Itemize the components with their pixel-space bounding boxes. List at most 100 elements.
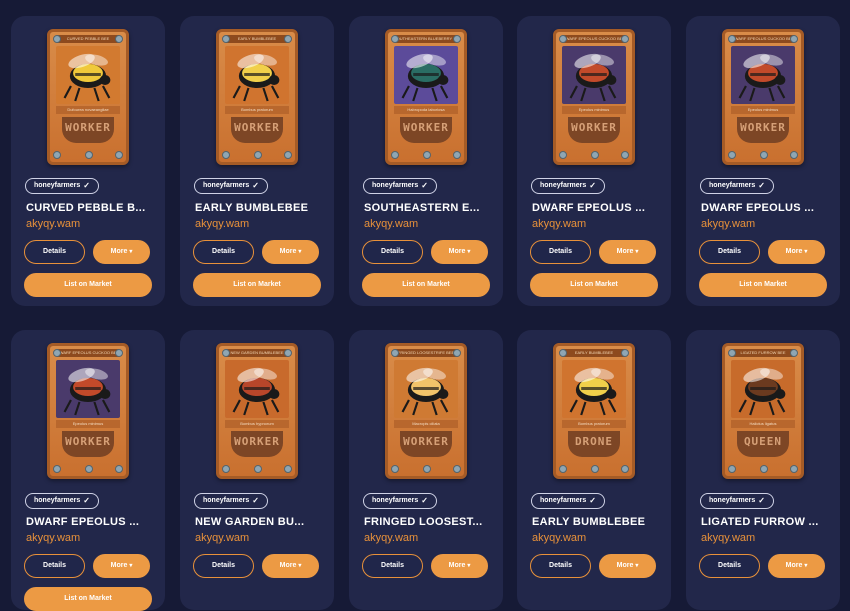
bee-role: WORKER bbox=[400, 117, 452, 143]
nft-name[interactable]: CURVED PEBBLE B... bbox=[26, 202, 166, 214]
owner-account[interactable]: akyqy.wam bbox=[701, 218, 755, 230]
nft-artwork[interactable]: DWARF EPEOLUS CUCKOO BEE Epeolus minimus bbox=[686, 16, 840, 176]
nft-artwork[interactable]: EARLY BUMBLEBEE Bombus pratorum WORKER bbox=[180, 16, 334, 176]
details-button[interactable]: Details bbox=[193, 554, 254, 578]
collection-badge[interactable]: honeyfarmers ✓ bbox=[531, 178, 605, 194]
owner-account[interactable]: akyqy.wam bbox=[701, 532, 755, 544]
details-button[interactable]: Details bbox=[362, 240, 423, 264]
collection-badge[interactable]: honeyfarmers ✓ bbox=[363, 493, 437, 509]
nft-name[interactable]: DWARF EPEOLUS ... bbox=[26, 516, 166, 528]
more-button[interactable]: More ▾ bbox=[599, 554, 656, 578]
nft-artwork[interactable]: CURVED PEBBLE BEE Dufourea novaeangliae bbox=[11, 16, 165, 176]
collection-badge[interactable]: honeyfarmers ✓ bbox=[194, 178, 268, 194]
nft-artwork[interactable]: DWARF EPEOLUS CUCKOO BEE Epeolus minimus bbox=[11, 330, 165, 490]
owner-account[interactable]: akyqy.wam bbox=[532, 218, 586, 230]
collection-badge[interactable]: honeyfarmers ✓ bbox=[194, 493, 268, 509]
nft-name[interactable]: DWARF EPEOLUS ... bbox=[701, 202, 841, 214]
card-banner: DWARF EPEOLUS CUCKOO BEE bbox=[56, 349, 120, 357]
list-on-market-button[interactable]: List on Market bbox=[362, 273, 490, 297]
owner-account[interactable]: akyqy.wam bbox=[364, 532, 418, 544]
collection-badge[interactable]: honeyfarmers ✓ bbox=[700, 178, 774, 194]
collection-badge[interactable]: honeyfarmers ✓ bbox=[363, 178, 437, 194]
nft-name[interactable]: LIGATED FURROW ... bbox=[701, 516, 841, 528]
details-button[interactable]: Details bbox=[699, 554, 760, 578]
details-button[interactable]: Details bbox=[193, 240, 254, 264]
corner-gem-icon bbox=[115, 349, 123, 357]
nft-name[interactable]: NEW GARDEN BU... bbox=[195, 516, 335, 528]
owner-account[interactable]: akyqy.wam bbox=[532, 532, 586, 544]
owner-account[interactable]: akyqy.wam bbox=[26, 532, 80, 544]
nft-card[interactable]: EARLY BUMBLEBEE Bombus pratorum WORKER h… bbox=[180, 16, 334, 306]
chevron-down-icon: ▾ bbox=[804, 563, 808, 569]
details-button[interactable]: Details bbox=[699, 240, 760, 264]
nft-card[interactable]: LIGATED FURROW BEE Halictus ligatus QUEE bbox=[686, 330, 840, 610]
details-button[interactable]: Details bbox=[24, 240, 85, 264]
details-button[interactable]: Details bbox=[530, 554, 591, 578]
more-button[interactable]: More ▾ bbox=[431, 554, 488, 578]
nft-card[interactable]: NEW GARDEN BUMBLEBEE Bombus hypnorum WOR bbox=[180, 330, 334, 610]
corner-gem-icon bbox=[790, 151, 798, 159]
more-label: More bbox=[448, 248, 466, 255]
nft-artwork[interactable]: EARLY BUMBLEBEE Bombus pratorum DRONE bbox=[517, 330, 671, 490]
nft-card[interactable]: SOUTHEASTERN BLUEBERRY BEE Habropoda lab… bbox=[349, 16, 503, 306]
bee-illustration bbox=[394, 46, 458, 104]
nft-artwork[interactable]: FRINGED LOOSESTRIFE BEE Macropis ciliata bbox=[349, 330, 503, 490]
nft-name[interactable]: SOUTHEASTERN E... bbox=[364, 202, 504, 214]
nft-name[interactable]: EARLY BUMBLEBEE bbox=[532, 516, 672, 528]
nft-artwork[interactable]: NEW GARDEN BUMBLEBEE Bombus hypnorum WOR bbox=[180, 330, 334, 490]
latin-name: Epeolus minimus bbox=[562, 106, 626, 114]
details-button[interactable]: Details bbox=[24, 554, 85, 578]
nft-card[interactable]: CURVED PEBBLE BEE Dufourea novaeangliae bbox=[11, 16, 165, 306]
corner-gem-icon bbox=[85, 151, 93, 159]
nft-card[interactable]: DWARF EPEOLUS CUCKOO BEE Epeolus minimus bbox=[517, 16, 671, 306]
more-button[interactable]: More ▾ bbox=[599, 240, 656, 264]
collection-badge[interactable]: honeyfarmers ✓ bbox=[700, 493, 774, 509]
owner-account[interactable]: akyqy.wam bbox=[26, 218, 80, 230]
more-label: More bbox=[785, 562, 803, 569]
corner-gem-icon bbox=[115, 465, 123, 473]
more-button[interactable]: More ▾ bbox=[431, 240, 488, 264]
owner-account[interactable]: akyqy.wam bbox=[195, 218, 249, 230]
card-banner: FRINGED LOOSESTRIFE BEE bbox=[394, 349, 458, 357]
nft-card[interactable]: DWARF EPEOLUS CUCKOO BEE Epeolus minimus bbox=[686, 16, 840, 306]
corner-gem-icon bbox=[559, 465, 567, 473]
collection-badge[interactable]: honeyfarmers ✓ bbox=[531, 493, 605, 509]
collection-badge[interactable]: honeyfarmers ✓ bbox=[25, 493, 99, 509]
list-on-market-button[interactable]: List on Market bbox=[24, 273, 152, 297]
nft-name[interactable]: EARLY BUMBLEBEE bbox=[195, 202, 335, 214]
collection-badge[interactable]: honeyfarmers ✓ bbox=[25, 178, 99, 194]
nft-card[interactable]: DWARF EPEOLUS CUCKOO BEE Epeolus minimus bbox=[11, 330, 166, 611]
nft-name[interactable]: FRINGED LOOSEST... bbox=[364, 516, 504, 528]
nft-artwork[interactable]: DWARF EPEOLUS CUCKOO BEE Epeolus minimus bbox=[517, 16, 671, 176]
details-button[interactable]: Details bbox=[362, 554, 423, 578]
nft-artwork[interactable]: SOUTHEASTERN BLUEBERRY BEE Habropoda lab… bbox=[349, 16, 503, 176]
more-button[interactable]: More ▾ bbox=[262, 554, 319, 578]
more-button[interactable]: More ▾ bbox=[768, 554, 825, 578]
corner-gem-icon bbox=[53, 349, 61, 357]
collection-name: honeyfarmers bbox=[203, 182, 250, 189]
bee-role: DRONE bbox=[568, 431, 620, 457]
more-button[interactable]: More ▾ bbox=[768, 240, 825, 264]
details-button[interactable]: Details bbox=[530, 240, 591, 264]
corner-gem-icon bbox=[284, 465, 292, 473]
nft-card[interactable]: EARLY BUMBLEBEE Bombus pratorum DRONE ho… bbox=[517, 330, 671, 610]
nft-name[interactable]: DWARF EPEOLUS ... bbox=[532, 202, 672, 214]
collection-name: honeyfarmers bbox=[709, 182, 756, 189]
corner-gem-icon bbox=[53, 35, 61, 43]
more-button[interactable]: More ▾ bbox=[262, 240, 319, 264]
more-button[interactable]: More ▾ bbox=[93, 240, 150, 264]
more-button[interactable]: More ▾ bbox=[93, 554, 150, 578]
bee-card-image: CURVED PEBBLE BEE Dufourea novaeangliae bbox=[47, 29, 129, 165]
card-banner: LIGATED FURROW BEE bbox=[731, 349, 795, 357]
bee-illustration bbox=[56, 360, 120, 418]
list-on-market-button[interactable]: List on Market bbox=[699, 273, 827, 297]
list-on-market-button[interactable]: List on Market bbox=[193, 273, 321, 297]
owner-account[interactable]: akyqy.wam bbox=[364, 218, 418, 230]
list-on-market-button[interactable]: List on Market bbox=[530, 273, 658, 297]
nft-artwork[interactable]: LIGATED FURROW BEE Halictus ligatus QUEE bbox=[686, 330, 840, 490]
nft-card[interactable]: FRINGED LOOSESTRIFE BEE Macropis ciliata bbox=[349, 330, 503, 610]
chevron-down-icon: ▾ bbox=[467, 563, 471, 569]
latin-name: Epeolus minimus bbox=[56, 420, 120, 428]
bee-card-image: DWARF EPEOLUS CUCKOO BEE Epeolus minimus bbox=[553, 29, 635, 165]
owner-account[interactable]: akyqy.wam bbox=[195, 532, 249, 544]
